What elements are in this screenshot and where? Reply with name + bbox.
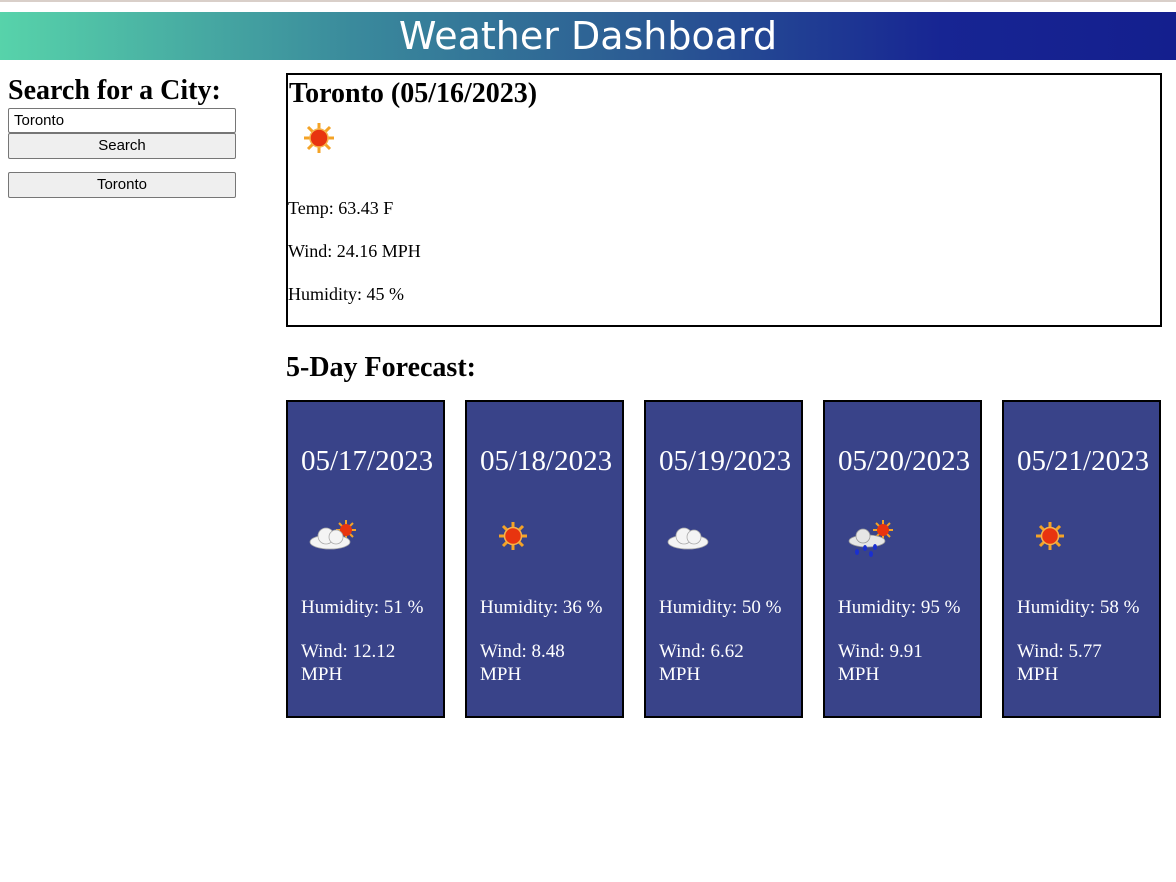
sun-icon	[499, 522, 527, 550]
forecast-date: 05/21/2023	[1017, 445, 1150, 477]
forecast-humidity: Humidity: 50 %	[659, 597, 782, 618]
city-search-input[interactable]: Toronto	[8, 108, 236, 133]
forecast-humidity: Humidity: 51 %	[301, 597, 424, 618]
current-wind: Wind: 24.16 MPH	[288, 241, 421, 261]
forecast-date: 05/18/2023	[480, 445, 613, 477]
forecast-card: 05/21/2023 Humidity: 58 % Wind: 5.77 MPH	[1002, 400, 1161, 718]
forecast-heading: 5-Day Forecast:	[286, 352, 476, 383]
current-temp: Temp: 63.43 F	[288, 198, 394, 218]
page-header: Weather Dashboard	[0, 12, 1176, 60]
forecast-wind: Wind: 6.62 MPH	[659, 641, 744, 685]
forecast-date: 05/19/2023	[659, 445, 792, 477]
forecast-humidity: Humidity: 95 %	[838, 597, 961, 618]
sun-icon	[304, 123, 334, 153]
history-button-toronto[interactable]: Toronto	[8, 172, 236, 198]
sun-icon	[1036, 522, 1064, 550]
current-city-title: Toronto (05/16/2023)	[289, 78, 538, 109]
forecast-card: 05/19/2023 Humidity: 50 % Wind: 6.62 MPH	[644, 400, 803, 718]
forecast-wind: Wind: 12.12 MPH	[301, 641, 396, 685]
forecast-humidity: Humidity: 36 %	[480, 597, 603, 618]
page-title: Weather Dashboard	[398, 14, 778, 58]
current-humidity: Humidity: 45 %	[288, 284, 404, 304]
forecast-date: 05/20/2023	[838, 445, 971, 477]
forecast-wind: Wind: 9.91 MPH	[838, 641, 923, 685]
browser-edge	[0, 0, 1176, 2]
forecast-card: 05/18/2023 Humidity: 36 % Wind: 8.48 MPH	[465, 400, 624, 718]
rain-sun-icon	[848, 520, 893, 557]
cloud-sun-icon	[309, 520, 356, 550]
search-panel: Search for a City: Toronto Search Toront…	[8, 74, 236, 198]
forecast-wind: Wind: 5.77 MPH	[1017, 641, 1102, 685]
forecast-humidity: Humidity: 58 %	[1017, 597, 1140, 618]
forecast-date: 05/17/2023	[301, 445, 434, 477]
search-button[interactable]: Search	[8, 133, 236, 159]
current-weather-panel: Toronto (05/16/2023) Temp: 63.43 F Wind:…	[286, 73, 1162, 327]
forecast-wind: Wind: 8.48 MPH	[480, 641, 565, 685]
forecast-card: 05/20/2023 Humidity: 95 % Wind: 9.91 MPH	[823, 400, 982, 718]
cloud-icon	[667, 527, 709, 550]
forecast-card: 05/17/2023 Humidity: 51 % Wind: 12.12 MP…	[286, 400, 445, 718]
search-heading: Search for a City:	[8, 75, 221, 106]
